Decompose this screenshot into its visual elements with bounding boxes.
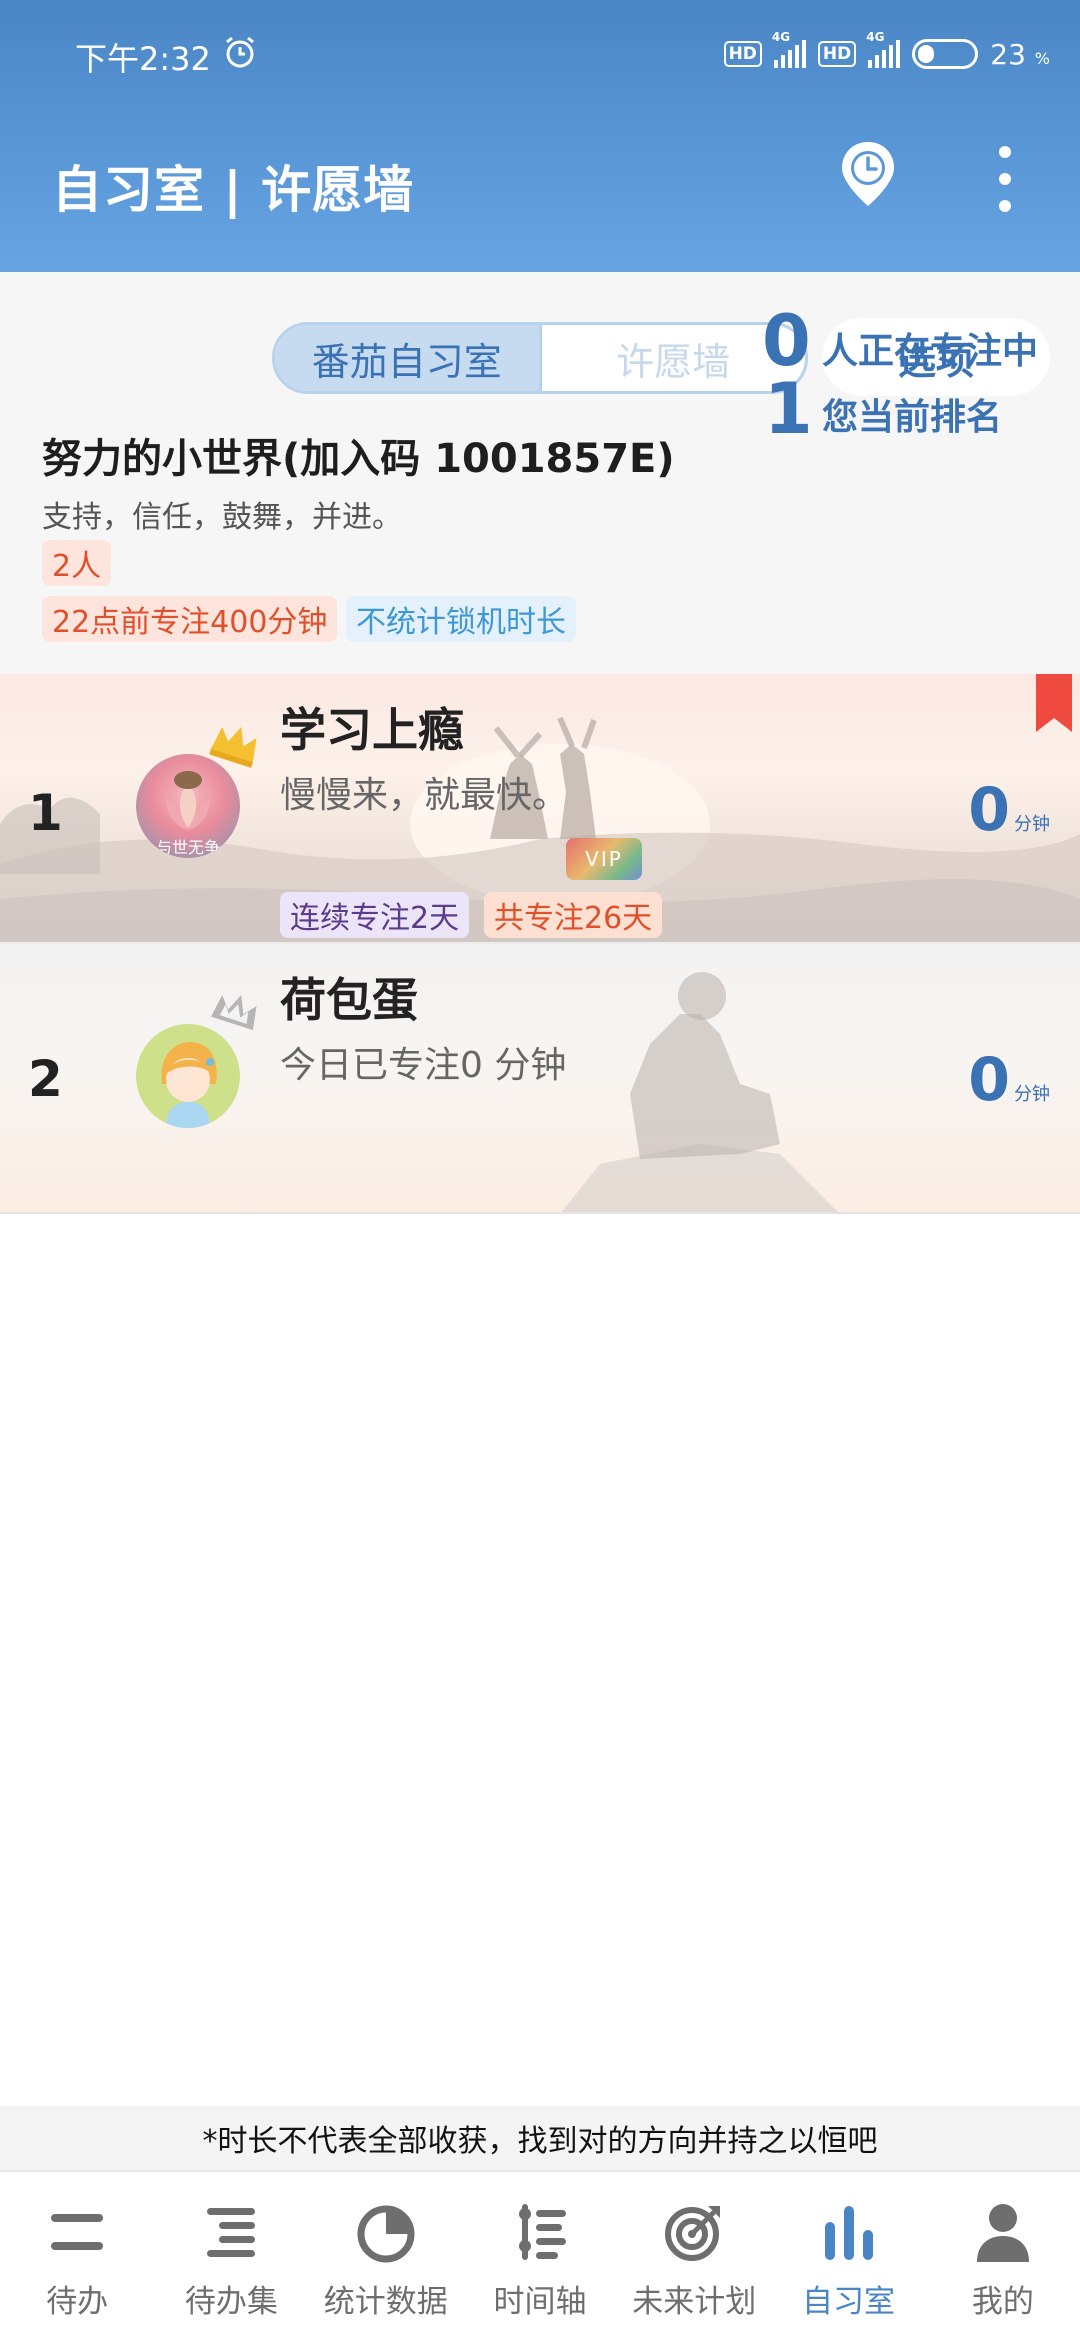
user-name: 学习上瘾	[280, 703, 464, 757]
avatar[interactable]: 与世无争	[136, 754, 240, 858]
bookmark-icon	[1036, 674, 1072, 732]
status-bar: 下午2:32 HD 4G HD 4G 23 %	[0, 0, 1080, 110]
status-time: 下午2:32	[75, 40, 211, 78]
app-header: 下午2:32 HD 4G HD 4G 23 % 自习室 | 许愿墙	[0, 0, 1080, 272]
tab-label: 未来计划	[632, 2284, 757, 2320]
tab-pomodoro-room[interactable]: 番茄自习室	[275, 325, 542, 391]
girl-avatar-icon	[161, 1042, 217, 1128]
my-rank: 1	[764, 368, 813, 450]
timeline-icon	[518, 2204, 566, 2260]
tab-todo[interactable]: 待办	[0, 2172, 154, 2340]
user-signature: 慢慢来，就最快。	[280, 775, 569, 816]
focus-minutes: 0 分钟	[968, 775, 1050, 845]
page-title: 自习室 | 许愿墙	[52, 161, 415, 219]
avatar[interactable]	[136, 1024, 240, 1128]
gold-crown-icon	[209, 726, 257, 768]
my-rank-label: 您当前排名	[822, 397, 1003, 438]
lock-time-tag: 不统计锁机时长	[346, 596, 576, 642]
target-icon	[665, 2206, 721, 2261]
rank-number: 2	[28, 1050, 63, 1108]
more-vertical-icon[interactable]	[990, 146, 1020, 212]
tab-me[interactable]: 我的	[926, 2172, 1080, 2340]
alarm-icon	[226, 36, 254, 68]
footer-note: *时长不代表全部收获，找到对的方向并持之以恒吧	[0, 2106, 1080, 2170]
tab-todo-set[interactable]: 待办集	[154, 2172, 308, 2340]
streak-badge: 连续专注2天	[280, 892, 470, 938]
rank-number: 1	[28, 784, 63, 842]
ranking-row-1[interactable]: 1 与世无争 学习上瘾 慢慢来，就最快。 VIP 连续专注2天 共专注26天 0…	[0, 674, 1080, 944]
tab-statistics[interactable]: 统计数据	[309, 2172, 463, 2340]
room-segment-control: 番茄自习室 许愿墙	[272, 322, 808, 394]
room-panel: 番茄自习室 许愿墙 选项 努力的小世界(加入码 1001857E) 支持，信任，…	[0, 272, 1080, 674]
tab-label: 待办	[46, 2284, 109, 2320]
signal-icon-2: 4G	[866, 30, 901, 68]
ranking-row-2[interactable]: 2 荷包蛋 今日已专注0 分钟 0 分钟	[0, 944, 1080, 1214]
tab-label: 待办集	[184, 2284, 278, 2320]
tab-label: 我的	[971, 2284, 1034, 2320]
user-name: 荷包蛋	[280, 973, 418, 1027]
avatar-caption: 与世无争	[155, 838, 220, 857]
member-count-tag: 2人	[42, 540, 112, 586]
battery-icon	[912, 39, 979, 69]
focus-minutes: 0 分钟	[968, 1045, 1050, 1115]
clock-pin-icon[interactable]	[838, 140, 898, 210]
tab-future-plan[interactable]: 未来计划	[617, 2172, 771, 2340]
vip-badge: VIP	[566, 838, 642, 880]
pie-chart-icon	[357, 2205, 415, 2263]
signal-icon: 4G	[772, 30, 806, 68]
battery-percent: 23 %	[990, 37, 1050, 71]
user-icon	[976, 2204, 1029, 2262]
status-indicators: HD 4G HD 4G 23 %	[723, 30, 1050, 74]
bottom-tab-bar: 待办 待办集 统计数据 时间轴 未来计划 自习室 我的	[0, 2170, 1080, 2340]
total-days-badge: 共专注26天	[484, 892, 663, 938]
goal-tag: 22点前专注400分钟	[42, 596, 338, 642]
hd-badge-2: HD	[817, 41, 857, 67]
focusing-label: 人正在专注中	[822, 331, 1039, 372]
silver-crown-icon	[211, 994, 257, 1031]
tab-study-room[interactable]: 自习室	[771, 2172, 925, 2340]
bar-chart-icon	[824, 2206, 873, 2260]
todo-icon	[51, 2214, 104, 2250]
tab-timeline[interactable]: 时间轴	[463, 2172, 617, 2340]
tab-label: 统计数据	[323, 2284, 448, 2320]
user-today-focus: 今日已专注0 分钟	[280, 1045, 567, 1086]
tab-label: 时间轴	[493, 2284, 587, 2320]
todo-set-icon	[207, 2208, 256, 2257]
tab-label: 自习室	[802, 2284, 896, 2320]
hd-badge: HD	[723, 41, 762, 67]
room-name: 努力的小世界(加入码 1001857E)	[42, 436, 675, 482]
room-motto: 支持，信任，鼓舞，并进。	[42, 500, 402, 535]
